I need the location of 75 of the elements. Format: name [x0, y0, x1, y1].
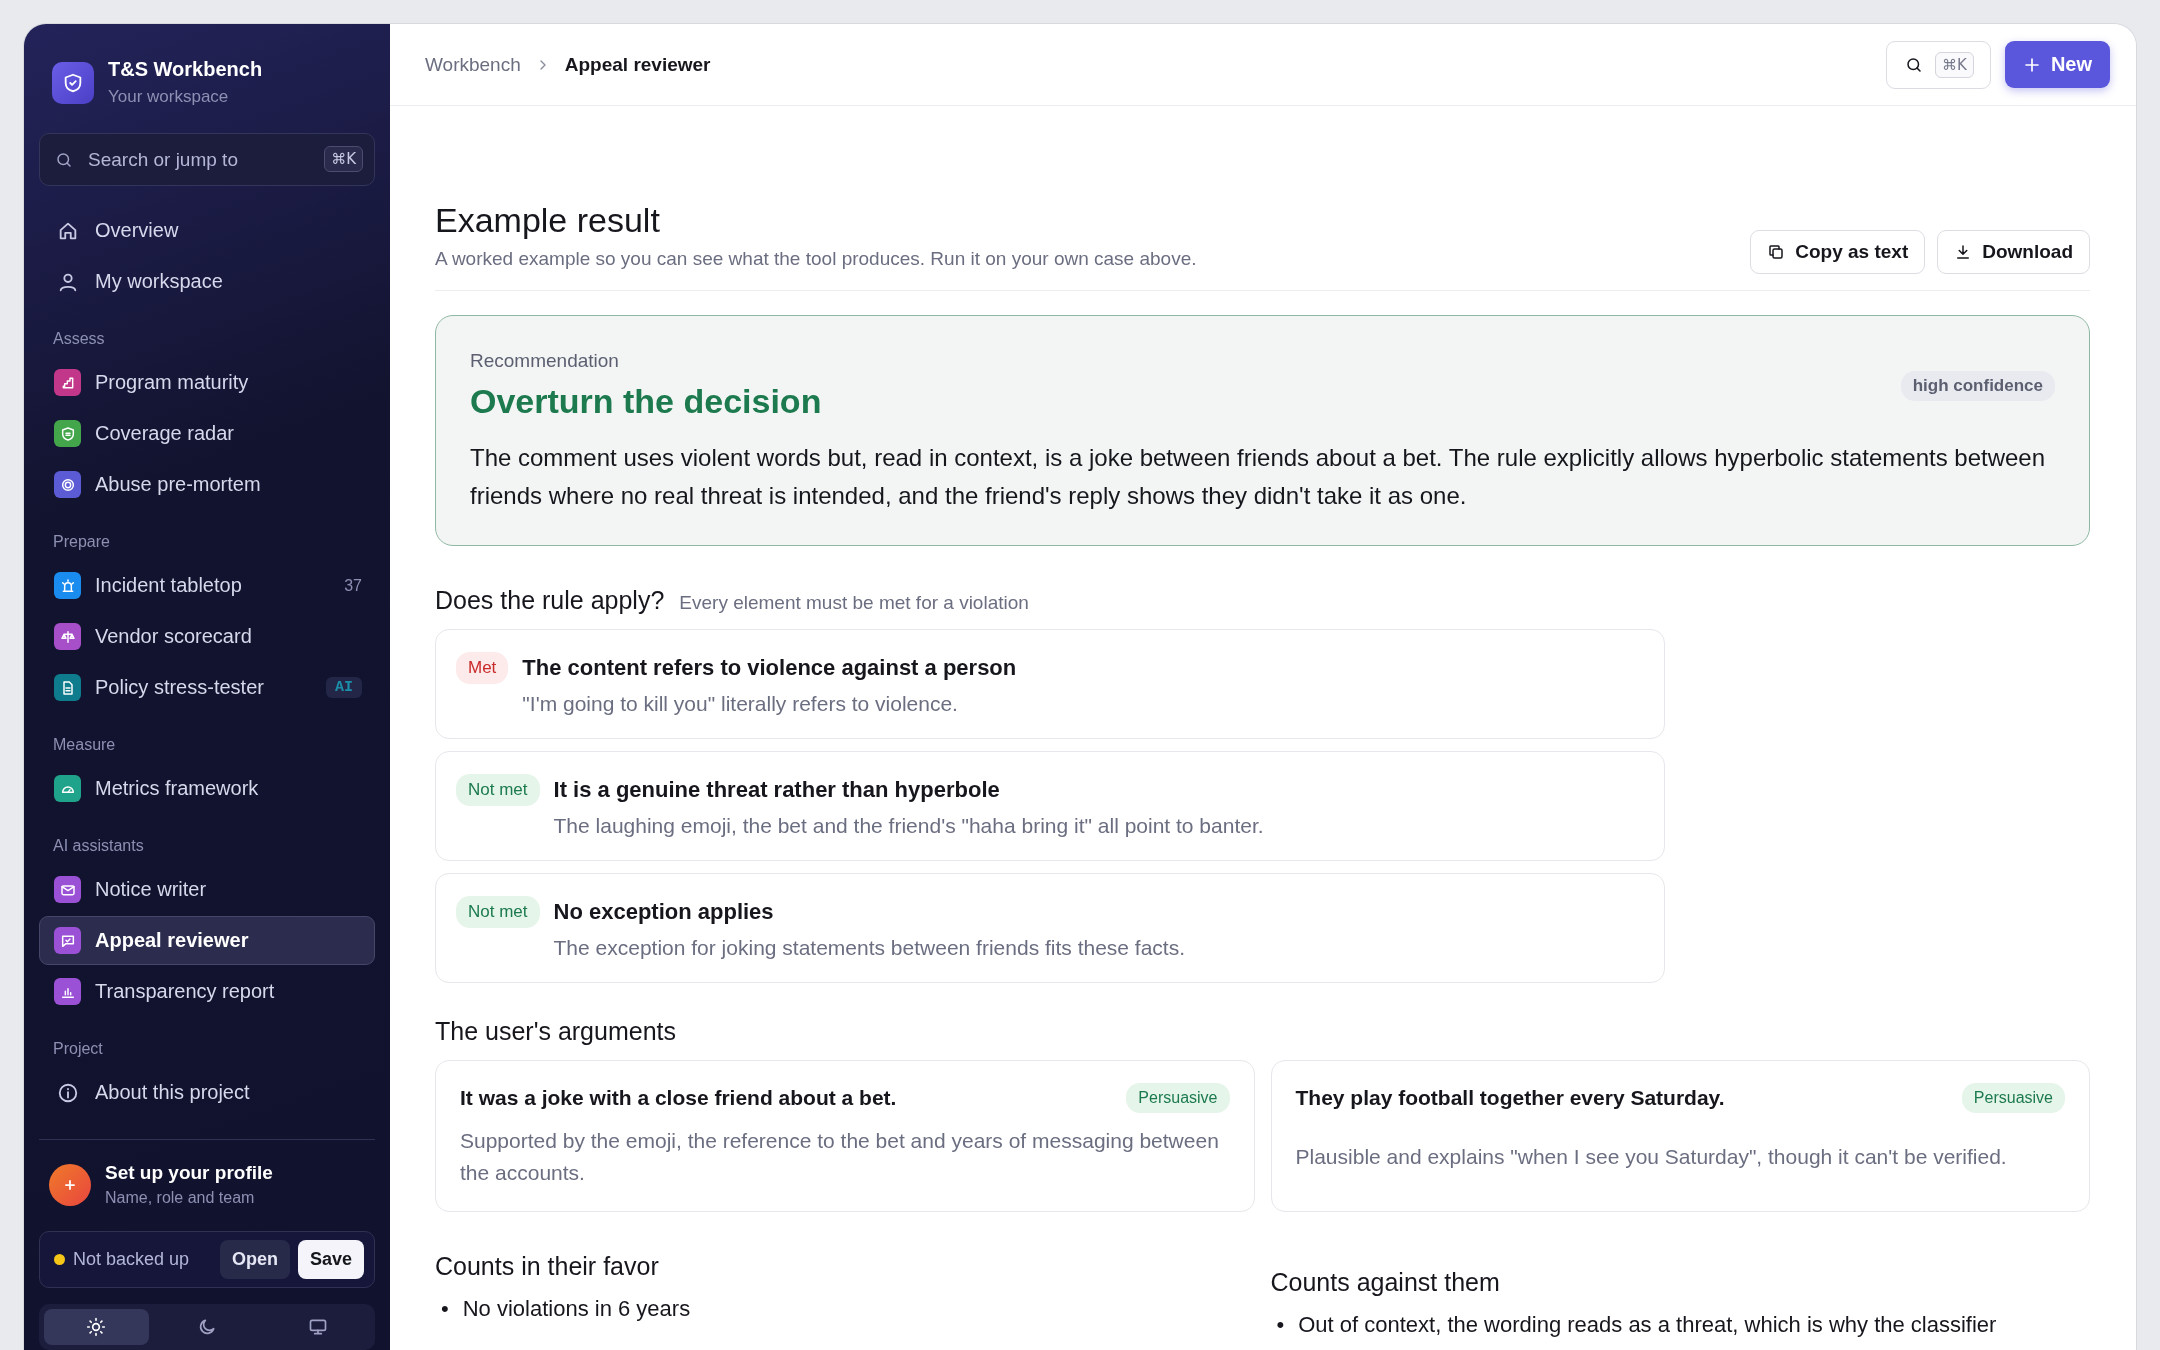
verdict-tag: Persuasive: [1961, 1083, 2065, 1113]
section-heading: The user's arguments: [435, 1017, 677, 1046]
nav-item[interactable]: Transparency report: [39, 967, 375, 1016]
copy-icon: [1767, 243, 1786, 261]
list-item: No violations in 6 years: [462, 1295, 691, 1323]
copy-button[interactable]: Copy as text: [1750, 230, 1926, 274]
sun-icon: [86, 1317, 107, 1337]
breadcrumb[interactable]: Workbench: [425, 53, 521, 76]
nav-item[interactable]: Notice writer: [39, 865, 375, 914]
status-tag: Not met: [456, 896, 540, 928]
shield-logo-icon: [52, 61, 94, 104]
search-icon: [55, 151, 73, 169]
argument-claim: They play football together every Saturday.: [1295, 1086, 1726, 1110]
nav-item[interactable]: About this project: [39, 1068, 375, 1117]
profile-subtitle: Name, role and team: [105, 1189, 256, 1207]
new-button[interactable]: New: [2004, 41, 2110, 88]
confidence-badge: high confidence: [1900, 370, 2055, 401]
result-subtitle: A worked example so you can see what the tool produces. Run it on your own case above.: [435, 248, 1198, 270]
search-button[interactable]: ⌘K: [1886, 40, 1991, 89]
save-button[interactable]: Save: [297, 1240, 364, 1279]
element-detail: The laughing emoji, the bet and the friend's "haha bring it" all point to banter.: [553, 814, 1265, 838]
nav-item[interactable]: Metrics framework: [39, 764, 375, 813]
workspace-subtitle: Your workspace: [108, 87, 230, 107]
breadcrumb[interactable]: Appeal reviewer: [564, 53, 711, 76]
ai-badge: AI: [326, 677, 362, 698]
plus-icon: [2022, 55, 2041, 74]
nav-item[interactable]: Abuse pre-mortem: [39, 460, 375, 509]
recommendation-title: Overturn the decision: [470, 382, 823, 421]
element-title: It is a genuine threat rather than hyperbole: [553, 777, 1001, 803]
section-label: Project: [52, 1040, 104, 1058]
section-label: AI assistants: [52, 837, 145, 855]
download-button[interactable]: Download: [1937, 230, 2090, 274]
item-count: 37: [344, 576, 362, 595]
moon-icon: [197, 1317, 217, 1337]
section-label: Assess: [52, 330, 106, 348]
nav-item[interactable]: Policy stress-tester AI: [39, 663, 375, 712]
nav-item[interactable]: Vendor scorecard: [39, 612, 375, 661]
nav-item[interactable]: Overview: [39, 206, 375, 255]
add-profile-icon[interactable]: [49, 1163, 91, 1206]
verdict-tag: Persuasive: [1126, 1083, 1230, 1113]
app-title: T&S Workbench: [108, 58, 263, 81]
bullet: •: [1276, 1311, 1285, 1339]
nav-item[interactable]: My workspace: [39, 257, 375, 306]
open-button[interactable]: Open: [219, 1240, 290, 1279]
monitor-icon: [307, 1317, 328, 1337]
element-title: The content refers to violence against a person: [522, 655, 1018, 681]
search-icon: [1905, 55, 1924, 74]
status-tag: Met: [456, 652, 509, 684]
nav-item[interactable]: Program maturity: [39, 358, 375, 407]
element-title: No exception applies: [553, 899, 775, 925]
argument-detail: Supported by the emoji, the reference to the bet and years of messaging between the accounts.: [460, 1128, 1220, 1186]
nav-item[interactable]: Appeal reviewer: [39, 916, 375, 965]
element-detail: The exception for joking statements between friends fits these facts.: [553, 936, 1187, 960]
section-label: Measure: [52, 736, 117, 754]
result-title: Example result: [435, 201, 661, 240]
nav-item[interactable]: Incident tabletop 37: [39, 561, 375, 610]
section-heading: Counts in their favor: [435, 1252, 660, 1281]
section-heading: Counts against them: [1270, 1268, 1501, 1297]
section-subtitle: Every element must be met for a violation: [679, 592, 1029, 614]
list-item: Out of context, the wording reads as a threat, which is why the classifier: [1298, 1311, 1997, 1339]
section-heading: Does the rule apply?: [435, 586, 665, 615]
section-label: Prepare: [52, 533, 111, 551]
argument-claim: It was a joke with a close friend about a bet.: [460, 1086, 898, 1110]
element-detail: "I'm going to kill you" literally refers to violence.: [522, 692, 959, 716]
profile-title[interactable]: Set up your profile: [105, 1162, 273, 1184]
shortcut-hint: ⌘K: [324, 146, 363, 172]
status-tag: Not met: [456, 774, 540, 806]
theme-option[interactable]: [44, 1309, 149, 1345]
bullet: •: [441, 1295, 449, 1323]
argument-detail: Plausible and explains "when I see you Saturday", though it can't be verified.: [1295, 1144, 2008, 1170]
backup-status: Not backed up: [73, 1249, 191, 1270]
card-label: Recommendation: [470, 350, 620, 372]
info-icon: [56, 1081, 79, 1104]
nav-item[interactable]: Coverage radar: [39, 409, 375, 458]
recommendation-text: The comment uses violent words but, read in context, is a joke between friends about a bet. The rule explicitly allows hyperbolic statements between friends where no real threat is intended, and the friend's reply shows they didn't take it as one.: [470, 443, 2047, 511]
